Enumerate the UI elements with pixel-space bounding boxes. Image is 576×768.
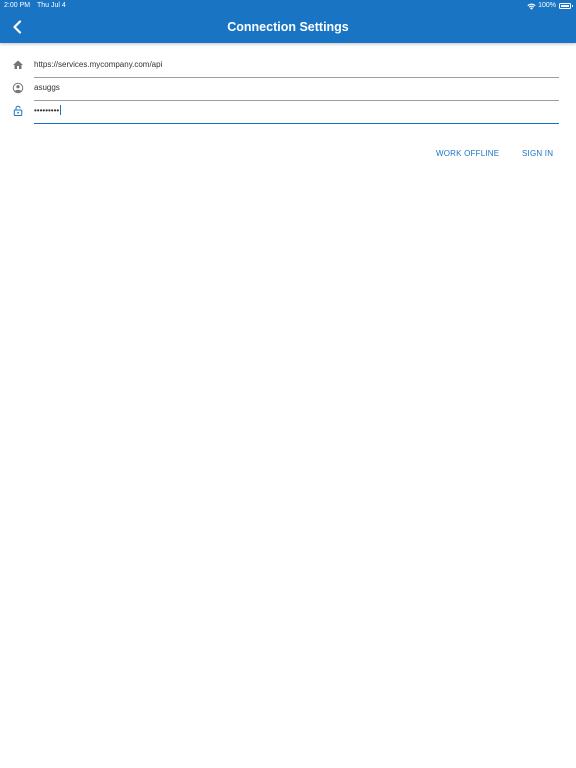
- app-header: 2:00 PM Thu Jul 4 100% Connection Settin…: [0, 0, 576, 43]
- battery-percent: 100%: [538, 2, 556, 9]
- password-value: •••••••••: [34, 106, 60, 115]
- page-title: Connection Settings: [227, 20, 349, 34]
- battery-icon: [559, 3, 573, 9]
- status-bar: 2:00 PM Thu Jul 4 100%: [0, 0, 576, 12]
- status-indicators: 100%: [527, 0, 573, 12]
- wifi-icon: [527, 3, 536, 10]
- lock-open-icon: [13, 105, 23, 116]
- sign-in-button[interactable]: SIGN IN: [522, 147, 553, 161]
- password-input[interactable]: •••••••••: [34, 100, 559, 124]
- password-row: •••••••••: [0, 100, 576, 124]
- text-cursor: [60, 104, 62, 115]
- server-url-input[interactable]: https://services.mycompany.com/api: [34, 54, 559, 78]
- username-value: asuggs: [34, 83, 60, 92]
- work-offline-button[interactable]: WORK OFFLINE: [436, 147, 499, 161]
- username-row: asuggs: [0, 77, 576, 101]
- account-circle-icon: [12, 82, 24, 94]
- server-url-row: https://services.mycompany.com/api: [0, 54, 576, 78]
- status-time: 2:00 PM: [4, 2, 31, 9]
- server-url-value: https://services.mycompany.com/api: [34, 60, 163, 69]
- home-icon: [13, 60, 23, 69]
- username-input[interactable]: asuggs: [34, 77, 559, 101]
- status-date: Thu Jul 4: [37, 2, 66, 9]
